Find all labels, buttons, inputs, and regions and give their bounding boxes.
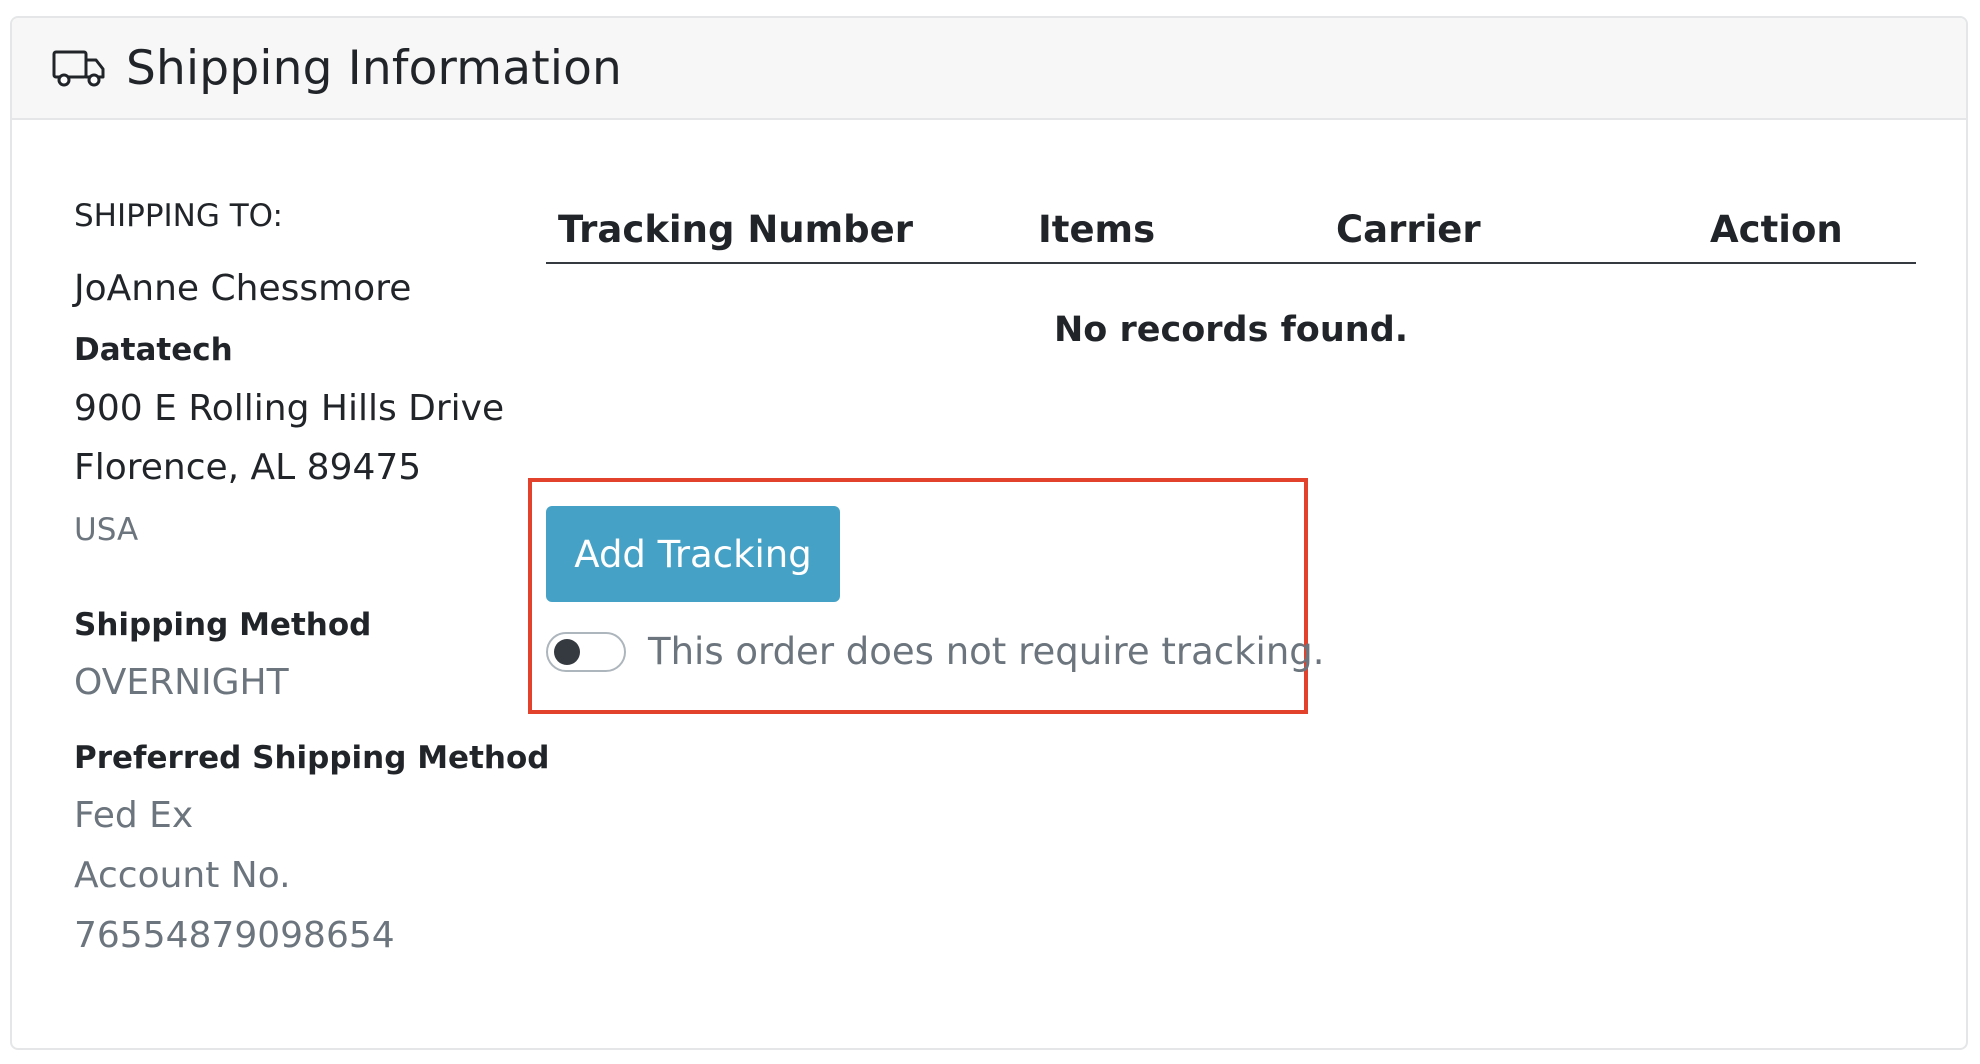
card-header: Shipping Information: [12, 18, 1966, 120]
shipping-to-label: SHIPPING TO:: [74, 198, 283, 234]
column-header-tracking-number: Tracking Number: [558, 208, 914, 251]
no-tracking-required-toggle[interactable]: [546, 632, 626, 672]
column-header-items: Items: [1038, 208, 1156, 251]
card-body: SHIPPING TO: JoAnne Chessmore Datatech 9…: [12, 120, 1966, 1048]
account-number-label: Account No.: [74, 855, 291, 896]
no-tracking-required-label[interactable]: This order does not require tracking.: [648, 630, 1325, 673]
empty-table-message: No records found.: [1053, 310, 1409, 350]
shipping-method-value: OVERNIGHT: [74, 662, 289, 703]
card-title: Shipping Information: [126, 40, 623, 96]
address-street: 900 E Rolling Hills Drive: [74, 388, 505, 429]
address-city-state-zip: Florence, AL 89475: [74, 447, 422, 488]
account-number-value: 76554879098654: [74, 915, 395, 956]
add-tracking-button[interactable]: Add Tracking: [546, 506, 840, 602]
preferred-shipping-method-label: Preferred Shipping Method: [74, 740, 550, 776]
address-country: USA: [74, 512, 139, 548]
truck-icon: [52, 47, 106, 89]
table-header-row: Tracking Number Items Carrier Action: [546, 200, 1916, 264]
preferred-carrier: Fed Ex: [74, 795, 194, 836]
shipping-method-label: Shipping Method: [74, 607, 372, 643]
tracking-table: Tracking Number Items Carrier Action No …: [546, 200, 1916, 350]
toggle-knob: [554, 639, 580, 665]
shipping-information-card: Shipping Information SHIPPING TO: JoAnne…: [10, 16, 1968, 1050]
recipient-company: Datatech: [74, 332, 233, 368]
column-header-action: Action: [1710, 208, 1843, 251]
column-header-carrier: Carrier: [1336, 208, 1481, 251]
recipient-name: JoAnne Chessmore: [74, 268, 412, 309]
